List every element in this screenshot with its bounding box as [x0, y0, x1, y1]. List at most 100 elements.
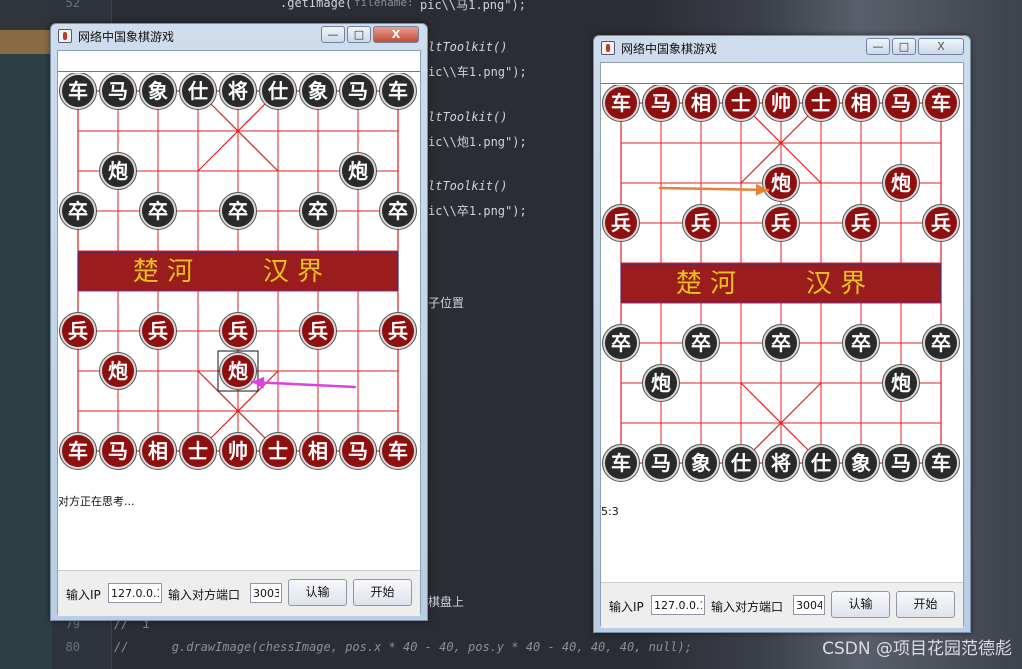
title-bar[interactable]: 网络中国象棋游戏 — □ X [594, 36, 970, 60]
black-piece[interactable]: 仕 [722, 444, 760, 482]
ip-input[interactable] [651, 595, 705, 615]
piece-label: 兵 [771, 211, 791, 235]
black-piece[interactable]: 象 [842, 444, 880, 482]
red-piece[interactable]: 兵 [682, 204, 720, 242]
black-piece[interactable]: 卒 [762, 324, 800, 362]
red-piece[interactable]: 兵 [219, 312, 257, 350]
start-button[interactable]: 开始 [896, 591, 955, 618]
red-piece[interactable]: 士 [802, 85, 840, 122]
piece-label: 车 [931, 91, 951, 115]
black-piece[interactable]: 马 [339, 73, 377, 110]
black-piece[interactable]: 炮 [642, 364, 680, 402]
black-piece[interactable]: 炮 [99, 152, 137, 190]
red-piece[interactable]: 兵 [299, 312, 337, 350]
concede-button[interactable]: 认输 [831, 591, 890, 618]
red-piece[interactable]: 马 [99, 432, 137, 470]
black-piece[interactable]: 车 [922, 444, 960, 482]
ip-input[interactable] [108, 583, 162, 603]
red-piece[interactable]: 兵 [762, 204, 800, 242]
black-piece[interactable]: 马 [882, 444, 920, 482]
black-piece[interactable]: 马 [99, 73, 137, 110]
red-piece[interactable]: 炮 [882, 164, 920, 202]
gutter-strip [0, 54, 52, 669]
black-piece[interactable]: 象 [682, 444, 720, 482]
red-piece[interactable]: 相 [139, 432, 177, 470]
red-piece[interactable]: 马 [339, 432, 377, 470]
port-input[interactable] [250, 583, 282, 603]
piece-label: 车 [68, 79, 88, 103]
black-piece[interactable]: 将 [219, 73, 257, 110]
black-piece[interactable]: 卒 [59, 192, 97, 230]
black-piece[interactable]: 象 [299, 73, 337, 110]
piece-label: 马 [651, 91, 671, 115]
red-piece[interactable]: 兵 [59, 312, 97, 350]
ip-label: 输入IP [66, 588, 101, 602]
red-piece[interactable]: 兵 [379, 312, 417, 350]
black-piece[interactable]: 卒 [682, 324, 720, 362]
red-piece[interactable]: 兵 [842, 204, 880, 242]
red-piece[interactable]: 车 [59, 432, 97, 470]
black-piece[interactable]: 卒 [299, 192, 337, 230]
red-piece[interactable]: 帅 [219, 432, 257, 470]
black-piece[interactable]: 将 [762, 444, 800, 482]
piece-label: 炮 [651, 371, 671, 395]
chess-board[interactable]: 楚 河 汉 界 车马相士帅士相马车炮 炮兵兵兵兵兵卒卒卒卒卒炮 炮车马象仕将仕象马车 [601, 85, 965, 485]
red-piece[interactable]: 兵 [139, 312, 177, 350]
red-piece[interactable]: 车 [379, 432, 417, 470]
red-piece[interactable]: 相 [682, 85, 720, 122]
black-piece[interactable]: 象 [139, 73, 177, 110]
black-piece[interactable]: 卒 [219, 192, 257, 230]
black-piece[interactable]: 炮 [339, 152, 377, 190]
red-piece[interactable]: 马 [642, 85, 680, 122]
maximize-button[interactable]: □ [892, 38, 916, 55]
red-piece[interactable]: 士 [259, 432, 297, 470]
port-label: 输入对方端口 [168, 588, 241, 602]
close-button[interactable]: X [918, 38, 964, 55]
red-piece[interactable]: 炮 [762, 164, 800, 202]
black-piece[interactable]: 卒 [379, 192, 417, 230]
piece-label: 士 [188, 439, 208, 463]
concede-button[interactable]: 认输 [288, 579, 347, 606]
red-piece[interactable]: 炮 [217, 350, 259, 392]
java-app-icon [601, 41, 615, 55]
red-piece[interactable]: 马 [882, 85, 920, 122]
piece-label: 士 [731, 91, 751, 115]
black-piece[interactable]: 仕 [259, 73, 297, 110]
black-piece[interactable]: 卒 [139, 192, 177, 230]
red-piece[interactable]: 兵 [602, 204, 640, 242]
minimize-button[interactable]: — [866, 38, 890, 55]
red-piece[interactable]: 相 [842, 85, 880, 122]
red-piece[interactable]: 车 [602, 85, 640, 122]
black-piece[interactable]: 马 [642, 444, 680, 482]
minimize-button[interactable]: — [321, 26, 345, 43]
black-piece[interactable]: 卒 [602, 324, 640, 362]
title-bar[interactable]: 网络中国象棋游戏 — □ X [51, 24, 427, 48]
black-piece[interactable]: 仕 [179, 73, 217, 110]
black-piece[interactable]: 仕 [802, 444, 840, 482]
black-piece[interactable]: 卒 [842, 324, 880, 362]
piece-label: 卒 [148, 199, 168, 223]
red-piece[interactable]: 兵 [922, 204, 960, 242]
maximize-button[interactable]: □ [347, 26, 371, 43]
start-button[interactable]: 开始 [353, 579, 412, 606]
code-line: pic\\马1.png"); [420, 0, 526, 12]
code-line: ic\\卒1.png"); [428, 204, 527, 218]
piece-label: 车 [611, 451, 631, 475]
code-hint: filename: [354, 0, 414, 9]
black-piece[interactable]: 炮 [882, 364, 920, 402]
close-button[interactable]: X [373, 26, 419, 43]
chess-board[interactable]: 楚 河 汉 界 车马象仕将仕象马车炮 炮卒卒卒卒卒兵兵兵兵兵炮 炮车马相士帅士相马车 [58, 73, 422, 473]
black-piece[interactable]: 车 [602, 444, 640, 482]
red-piece[interactable]: 帅 [762, 85, 800, 122]
port-input[interactable] [793, 595, 825, 615]
black-piece[interactable]: 车 [379, 73, 417, 110]
piece-label: 车 [931, 451, 951, 475]
river-label-han-jie: 汉 界 [263, 257, 323, 287]
black-piece[interactable]: 卒 [922, 324, 960, 362]
red-piece[interactable]: 相 [299, 432, 337, 470]
black-piece[interactable]: 车 [59, 73, 97, 110]
red-piece[interactable]: 士 [179, 432, 217, 470]
red-piece[interactable]: 炮 [99, 352, 137, 390]
red-piece[interactable]: 士 [722, 85, 760, 122]
red-piece[interactable]: 车 [922, 85, 960, 122]
